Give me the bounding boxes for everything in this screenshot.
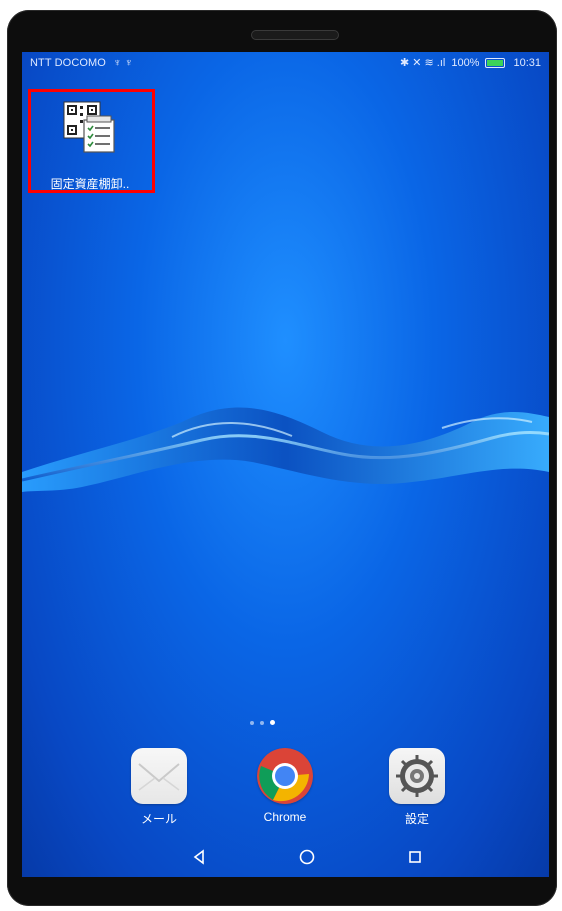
dock-app-settings[interactable]: 設定: [382, 748, 452, 827]
dock-app-label: Chrome: [263, 810, 307, 824]
page-dot: [250, 720, 254, 725]
back-icon[interactable]: [187, 845, 211, 869]
qr-checklist-icon[interactable]: [62, 100, 116, 154]
carrier-label: NTT DOCOMO: [30, 57, 106, 69]
page-indicator: [250, 720, 275, 725]
dock-app-chrome[interactable]: Chrome: [250, 748, 320, 824]
mail-icon: [131, 748, 187, 804]
dock-app-label: メール: [140, 812, 177, 826]
recents-icon[interactable]: [403, 845, 427, 869]
page-dot: [260, 720, 264, 725]
battery-percent: 100%: [451, 57, 480, 69]
usb-icons: ♆ ♆: [113, 57, 133, 69]
chrome-icon: [257, 748, 313, 804]
home-icon[interactable]: [295, 845, 319, 869]
speaker-grille: [251, 30, 339, 40]
status-bar: NTT DOCOMO ♆ ♆ ✱ ✕ ≋ .ıl 100% 10:31: [22, 52, 549, 74]
wallpaper-wave: [22, 407, 549, 492]
page-dot-active: [270, 720, 275, 725]
settings-icon: [389, 748, 445, 804]
bluetooth-wifi-signal-icons: ✱ ✕ ≋ .ıl: [399, 57, 446, 69]
clock: 10:31: [513, 57, 541, 69]
battery-icon: [485, 58, 506, 68]
dock-app-label: 設定: [404, 812, 429, 826]
app-label[interactable]: 固定資産棚卸..: [30, 175, 150, 192]
navigation-bar: [187, 845, 427, 869]
dock-app-mail[interactable]: メール: [124, 748, 194, 827]
